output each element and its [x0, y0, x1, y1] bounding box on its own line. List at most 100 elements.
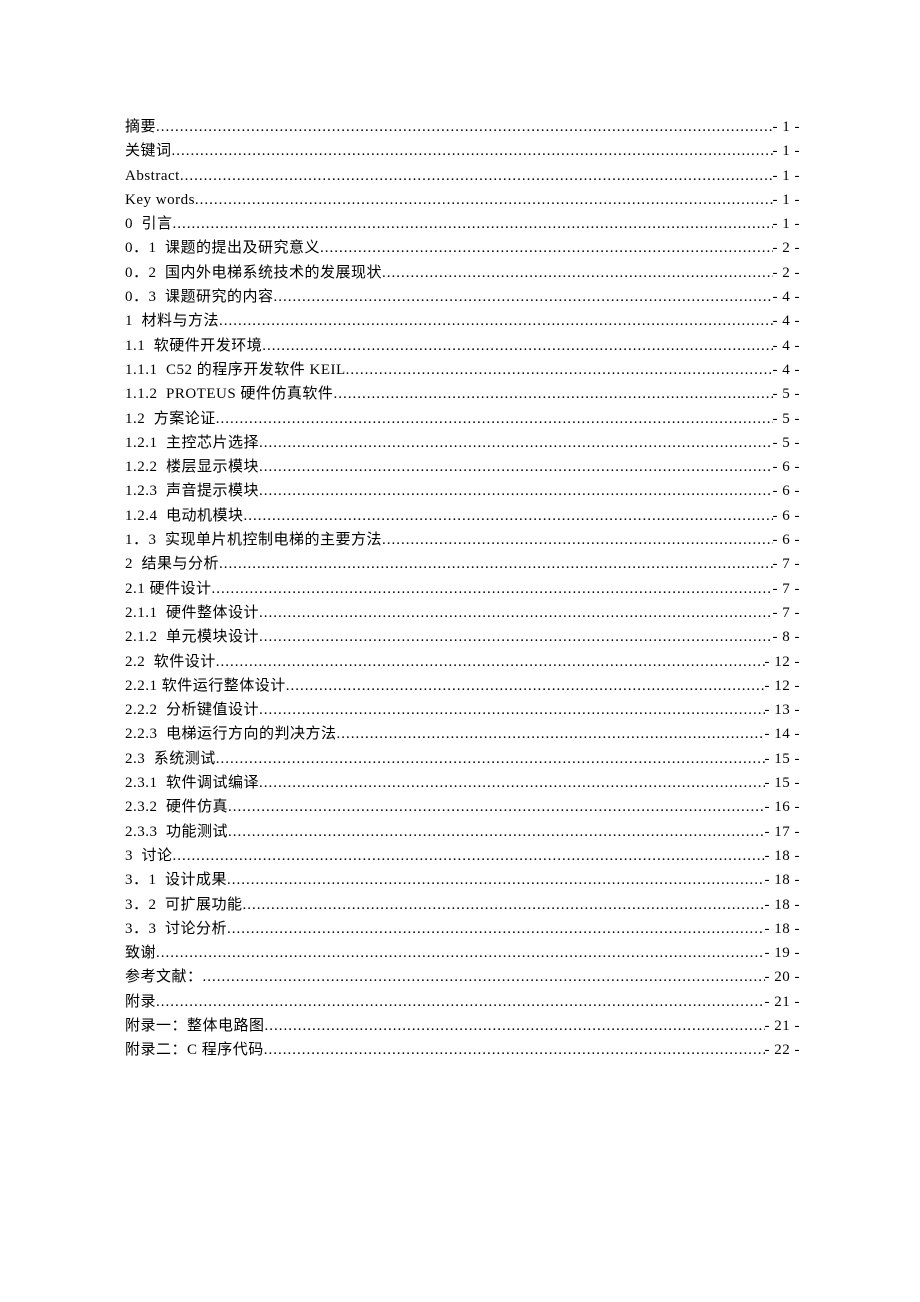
- toc-entry: 2.3 系统测试 - 15 -: [125, 747, 800, 771]
- toc-leader-dots: [262, 334, 772, 358]
- toc-leader-dots: [265, 1014, 765, 1038]
- toc-entry-page: - 13 -: [765, 698, 801, 722]
- toc-leader-dots: [264, 1038, 765, 1062]
- toc-entry: 1．3 实现单片机控制电梯的主要方法- 6 -: [125, 528, 800, 552]
- toc-entry-page: - 4 -: [773, 285, 801, 309]
- toc-entry-page: - 2 -: [773, 261, 801, 285]
- toc-entry-page: - 15 -: [765, 747, 801, 771]
- toc-leader-dots: [259, 479, 772, 503]
- toc-leader-dots: [382, 261, 772, 285]
- toc-entry-page: - 12 -: [765, 650, 801, 674]
- toc-entry: 2.1.1 硬件整体设计- 7 -: [125, 601, 800, 625]
- toc-entry: 参考文献：- 20 -: [125, 965, 800, 989]
- toc-leader-dots: [259, 771, 764, 795]
- toc-entry-page: - 6 -: [773, 504, 801, 528]
- toc-leader-dots: [180, 164, 773, 188]
- toc-entry-page: - 18 -: [765, 893, 801, 917]
- toc-entry-label: 3 讨论: [125, 844, 173, 868]
- toc-entry-page: - 12 -: [765, 674, 801, 698]
- toc-entry-page: - 22 -: [765, 1038, 801, 1062]
- toc-entry: 2.2.3 电梯运行方向的判决方法- 14 -: [125, 722, 800, 746]
- toc-entry-page: - 5 -: [773, 407, 801, 431]
- toc-entry-label: 0．1 课题的提出及研究意义: [125, 236, 320, 260]
- toc-leader-dots: [203, 965, 765, 989]
- toc-entry-label: 0．2 国内外电梯系统技术的发展现状: [125, 261, 382, 285]
- toc-entry-page: - 4 -: [773, 309, 801, 333]
- toc-entry-page: - 4 -: [773, 358, 801, 382]
- toc-entry-label: 1.1.2 PROTEUS 硬件仿真软件: [125, 382, 333, 406]
- toc-entry-page: - 21 -: [765, 990, 801, 1014]
- toc-entry: 2.1.2 单元模块设计- 8 -: [125, 625, 800, 649]
- toc-entry: Key words - 1 -: [125, 188, 800, 212]
- toc-leader-dots: [219, 309, 772, 333]
- toc-leader-dots: [195, 188, 773, 212]
- toc-entry: 3．1 设计成果- 18 -: [125, 868, 800, 892]
- toc-entry: 1.2.3 声音提示模块- 6 -: [125, 479, 800, 503]
- toc-entry-page: - 7 -: [773, 577, 801, 601]
- toc-entry-label: 2.2 软件设计: [125, 650, 216, 674]
- toc-leader-dots: [156, 990, 764, 1014]
- toc-entry-page: - 8 -: [773, 625, 801, 649]
- toc-entry-page: - 19 -: [765, 941, 801, 965]
- toc-entry: 2.3.3 功能测试- 17 -: [125, 820, 800, 844]
- toc-leader-dots: [173, 212, 773, 236]
- toc-entry: 2 结果与分析 - 7 -: [125, 552, 800, 576]
- toc-entry-label: 0 引言: [125, 212, 173, 236]
- toc-entry: 1.1.1 C52 的程序开发软件 KEIL - 4 -: [125, 358, 800, 382]
- toc-entry-label: 2.3.2 硬件仿真: [125, 795, 228, 819]
- toc-entry-page: - 6 -: [773, 455, 801, 479]
- toc-leader-dots: [243, 893, 765, 917]
- toc-entry-label: 1 材料与方法: [125, 309, 219, 333]
- toc-entry-page: - 18 -: [765, 844, 801, 868]
- toc-entry-label: 附录二：C 程序代码: [125, 1038, 264, 1062]
- toc-entry: 0．1 课题的提出及研究意义- 2 -: [125, 236, 800, 260]
- toc-entry: 附录- 21 -: [125, 990, 800, 1014]
- toc-entry-label: 2.3 系统测试: [125, 747, 216, 771]
- toc-leader-dots: [320, 236, 772, 260]
- toc-entry-page: - 5 -: [773, 382, 801, 406]
- toc-entry-label: 3．2 可扩展功能: [125, 893, 243, 917]
- toc-entry: 3．3 讨论分析- 18 -: [125, 917, 800, 941]
- toc-entry-label: 2.1 硬件设计: [125, 577, 212, 601]
- toc-entry: 2.3.1 软件调试编译- 15 -: [125, 771, 800, 795]
- toc-entry-label: 1.2.4 电动机模块: [125, 504, 244, 528]
- toc-leader-dots: [219, 552, 772, 576]
- toc-entry: 摘要- 1 -: [125, 115, 800, 139]
- toc-leader-dots: [259, 455, 772, 479]
- toc-leader-dots: [156, 115, 772, 139]
- toc-entry-page: - 7 -: [773, 552, 801, 576]
- toc-leader-dots: [286, 674, 765, 698]
- toc-entry-page: - 20 -: [765, 965, 801, 989]
- toc-entry: 1.1.2 PROTEUS 硬件仿真软件 - 5 -: [125, 382, 800, 406]
- toc-entry-page: - 5 -: [773, 431, 801, 455]
- toc-leader-dots: [259, 625, 772, 649]
- toc-entry: 2.1 硬件设计 - 7 -: [125, 577, 800, 601]
- toc-entry: 2.3.2 硬件仿真- 16 -: [125, 795, 800, 819]
- toc-entry-label: Key words: [125, 188, 195, 212]
- toc-entry-label: 关键词: [125, 139, 172, 163]
- toc-entry-label: 1.1.1 C52 的程序开发软件 KEIL: [125, 358, 346, 382]
- toc-entry: 2.2 软件设计 - 12 -: [125, 650, 800, 674]
- toc-leader-dots: [259, 431, 772, 455]
- toc-leader-dots: [228, 820, 764, 844]
- toc-leader-dots: [244, 504, 773, 528]
- toc-entry: 0 引言 - 1 -: [125, 212, 800, 236]
- toc-entry: Abstract- 1 -: [125, 164, 800, 188]
- toc-entry-label: 2.3.3 功能测试: [125, 820, 228, 844]
- toc-entry-page: - 14 -: [765, 722, 801, 746]
- toc-leader-dots: [216, 407, 773, 431]
- toc-page: 摘要- 1 -关键词- 1 -Abstract- 1 -Key words- 1…: [0, 0, 920, 1063]
- toc-leader-dots: [227, 917, 764, 941]
- toc-entry-label: 3．3 讨论分析: [125, 917, 227, 941]
- toc-leader-dots: [259, 601, 772, 625]
- toc-entry-page: - 1 -: [773, 188, 801, 212]
- toc-entry: 附录二：C 程序代码 - 22 -: [125, 1038, 800, 1062]
- toc-entry: 2.2.2 分析键值设计- 13 -: [125, 698, 800, 722]
- toc-entry-label: 1.2 方案论证: [125, 407, 216, 431]
- toc-leader-dots: [228, 795, 764, 819]
- toc-entry-label: 2 结果与分析: [125, 552, 219, 576]
- toc-entry: 1 材料与方法 - 4 -: [125, 309, 800, 333]
- toc-entry-page: - 1 -: [773, 212, 801, 236]
- toc-leader-dots: [172, 139, 773, 163]
- toc-entry: 1.2 方案论证 - 5 -: [125, 407, 800, 431]
